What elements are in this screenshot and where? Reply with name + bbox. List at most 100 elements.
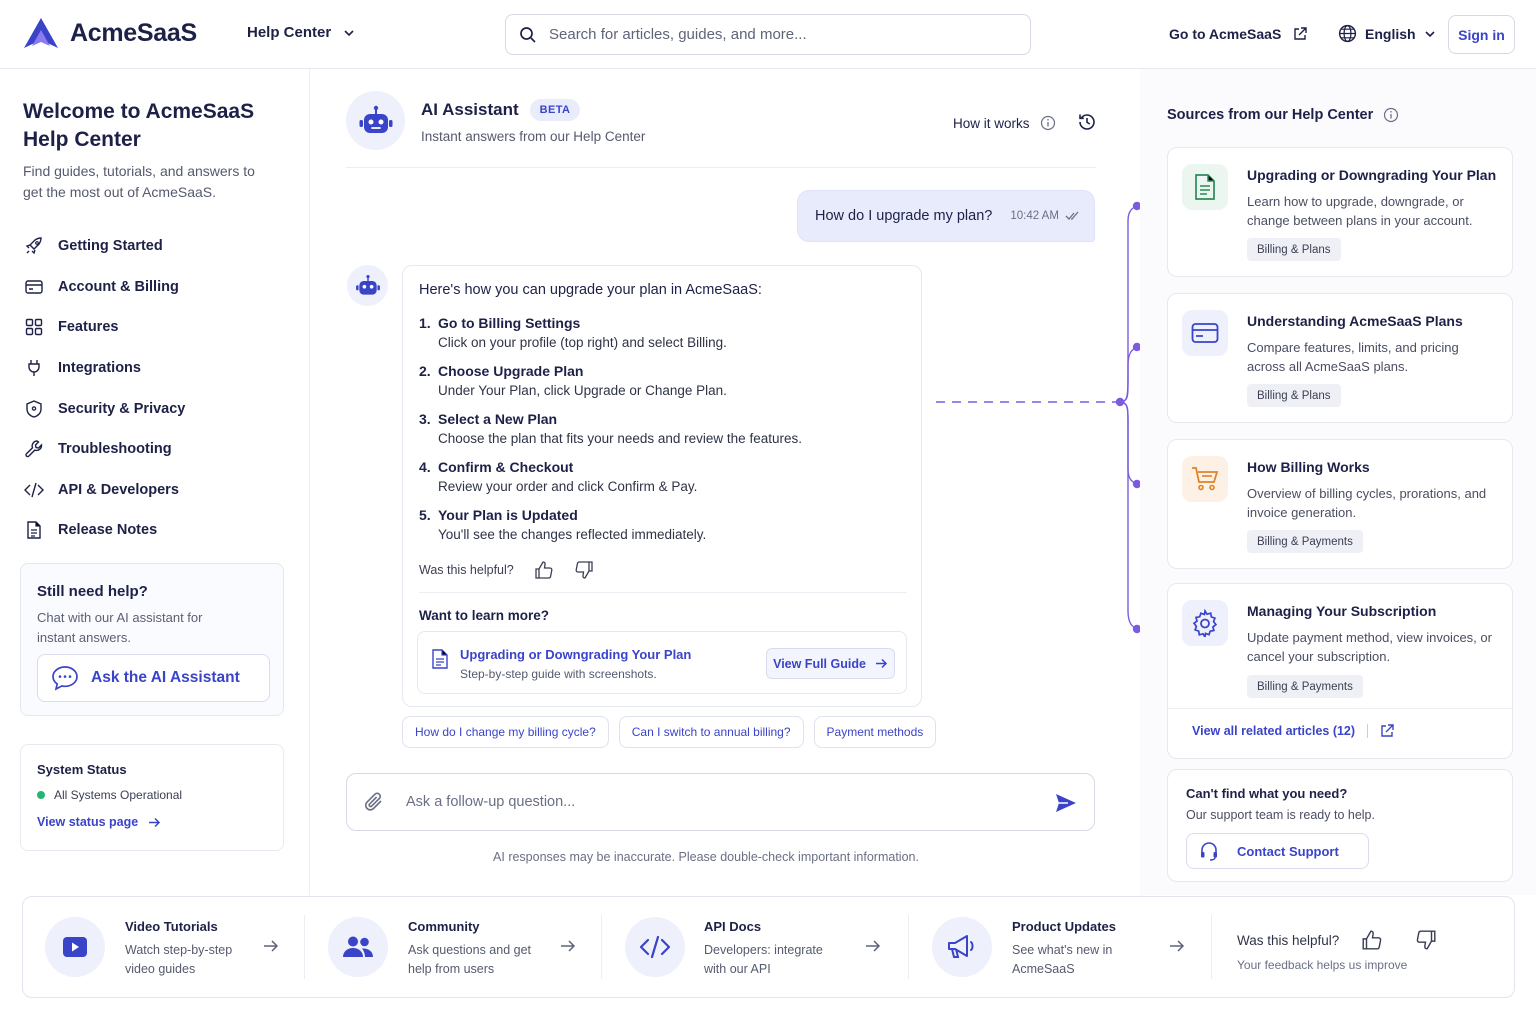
source-title: Managing Your Subscription bbox=[1247, 603, 1437, 619]
suggestion-chip[interactable]: Payment methods bbox=[813, 716, 937, 748]
document-icon bbox=[24, 520, 44, 540]
megaphone-icon bbox=[932, 917, 992, 977]
thumbs-down-icon[interactable] bbox=[1415, 929, 1437, 951]
sidebar-item-account-billing[interactable]: Account & Billing bbox=[24, 267, 294, 308]
step-title: Go to Billing Settings bbox=[438, 315, 581, 331]
help-center-dropdown[interactable]: Help Center bbox=[247, 24, 355, 41]
source-card[interactable]: How Billing Works Overview of billing cy… bbox=[1167, 439, 1513, 569]
answer-intro: Here's how you can upgrade your plan in … bbox=[419, 282, 762, 298]
card-icon bbox=[1182, 310, 1228, 356]
source-description: Overview of billing cycles, prorations, … bbox=[1247, 486, 1487, 520]
status-dot-icon bbox=[37, 791, 45, 799]
guide-title[interactable]: Upgrading or Downgrading Your Plan bbox=[460, 647, 691, 662]
step-description: Click on your profile (top right) and se… bbox=[438, 335, 727, 350]
sidebar-divider bbox=[309, 69, 310, 895]
send-icon[interactable] bbox=[1055, 793, 1077, 813]
footer-feedback: Was this helpful? bbox=[1237, 929, 1437, 951]
step-description: You'll see the changes reflected immedia… bbox=[438, 527, 707, 542]
thumbs-down-icon[interactable] bbox=[574, 560, 594, 580]
sidebar-item-features[interactable]: Features bbox=[24, 307, 294, 348]
paperclip-icon[interactable] bbox=[363, 791, 385, 813]
sidebar-item-label: API & Developers bbox=[58, 481, 179, 498]
thumbs-up-icon[interactable] bbox=[534, 560, 554, 580]
info-icon[interactable] bbox=[1383, 107, 1399, 123]
external-link-icon bbox=[1294, 27, 1307, 40]
assistant-answer-card: Here's how you can upgrade your plan in … bbox=[402, 265, 922, 707]
goto-label: Go to AcmeSaaS bbox=[1169, 26, 1282, 42]
search-input[interactable] bbox=[549, 26, 1009, 43]
sidebar-item-label: Troubleshooting bbox=[58, 441, 172, 458]
how-it-works-link[interactable]: How it works bbox=[953, 115, 1056, 131]
document-icon bbox=[1182, 164, 1228, 210]
sidebar-item-getting-started[interactable]: Getting Started bbox=[24, 226, 294, 267]
cant-find-card: Can't find what you need? Our support te… bbox=[1167, 769, 1513, 882]
view-full-guide-button[interactable]: View Full Guide bbox=[766, 648, 895, 679]
arrow-right-icon bbox=[1170, 940, 1185, 952]
step-description: Review your order and click Confirm & Pa… bbox=[438, 479, 698, 494]
info-icon bbox=[1040, 115, 1055, 131]
source-connector-lines bbox=[936, 201, 1140, 634]
step-number: 2. bbox=[419, 363, 431, 379]
sidebar-item-api-developers[interactable]: API & Developers bbox=[24, 470, 294, 511]
sidebar-item-troubleshooting[interactable]: Troubleshooting bbox=[24, 429, 294, 470]
still-help-title: Still need help? bbox=[37, 583, 148, 600]
chevron-down-icon bbox=[1424, 30, 1435, 37]
step-number: 4. bbox=[419, 459, 431, 475]
gear-icon bbox=[1182, 600, 1228, 646]
language-label: English bbox=[1365, 25, 1416, 42]
guide-subtitle: Step-by-step guide with screenshots. bbox=[460, 667, 657, 681]
arrow-right-icon bbox=[264, 940, 279, 952]
chevron-down-icon bbox=[344, 29, 354, 36]
code-icon bbox=[625, 917, 685, 977]
answer-step: 4. Confirm & Checkout Review your order … bbox=[419, 459, 909, 507]
assistant-subtitle: Instant answers from our Help Center bbox=[421, 129, 646, 144]
answer-steps: 1. Go to Billing Settings Click on your … bbox=[419, 315, 909, 555]
contact-support-button[interactable]: Contact Support bbox=[1186, 833, 1369, 869]
logo[interactable]: AcmeSaaS bbox=[22, 16, 197, 50]
followup-input[interactable] bbox=[406, 794, 1006, 810]
status-text: All Systems Operational bbox=[54, 788, 183, 802]
headset-icon bbox=[1201, 842, 1217, 861]
source-card[interactable]: Understanding AcmeSaaS Plans Compare fea… bbox=[1167, 293, 1513, 423]
sidebar-item-label: Integrations bbox=[58, 360, 141, 377]
followup-input-bar bbox=[346, 773, 1095, 831]
divider bbox=[1367, 724, 1369, 738]
sidebar-item-release-notes[interactable]: Release Notes bbox=[24, 510, 294, 551]
system-status-card: System Status All Systems Operational Vi… bbox=[20, 744, 284, 851]
search-icon bbox=[520, 26, 536, 43]
step-number: 5. bbox=[419, 507, 431, 523]
footer-item-title: Product Updates bbox=[1012, 919, 1117, 934]
related-label: View all related articles (12) bbox=[1192, 724, 1356, 738]
answer-step: 2. Choose Upgrade Plan Under Your Plan, … bbox=[419, 363, 909, 411]
footer-item-api-docs[interactable]: API Docs Developers: integrate with our … bbox=[602, 897, 908, 997]
footer-item-product-updates[interactable]: Product Updates See what's new in AcmeSa… bbox=[909, 897, 1211, 997]
view-guide-label: View Full Guide bbox=[773, 656, 866, 671]
sidebar-item-security-privacy[interactable]: Security & Privacy bbox=[24, 388, 294, 429]
sources-title: Sources from our Help Center bbox=[1167, 107, 1399, 123]
goto-acmesaas-link[interactable]: Go to AcmeSaaS bbox=[1169, 26, 1307, 42]
step-number: 1. bbox=[419, 315, 431, 331]
footer-resources: Video Tutorials Watch step-by-step video… bbox=[22, 896, 1515, 998]
footer-item-desc: Ask questions and get help from users bbox=[408, 943, 531, 976]
suggestion-chip[interactable]: How do I change my billing cycle? bbox=[402, 716, 609, 748]
ask-ai-assistant-button[interactable]: Ask the AI Assistant bbox=[37, 654, 270, 702]
sidebar-item-integrations[interactable]: Integrations bbox=[24, 348, 294, 389]
view-status-link[interactable]: View status page bbox=[37, 815, 161, 829]
related-guide-card[interactable]: Upgrading or Downgrading Your Plan Step-… bbox=[417, 631, 907, 694]
suggestion-chip[interactable]: Can I switch to annual billing? bbox=[618, 716, 804, 748]
search-bar[interactable] bbox=[505, 14, 1031, 55]
top-header: AcmeSaaS Help Center Go to AcmeSaaS Engl… bbox=[0, 0, 1536, 69]
help-center-label: Help Center bbox=[247, 24, 332, 41]
signin-button[interactable]: Sign in bbox=[1448, 15, 1515, 54]
thumbs-up-icon[interactable] bbox=[1361, 929, 1383, 951]
source-card[interactable]: Upgrading or Downgrading Your Plan Learn… bbox=[1167, 147, 1513, 277]
footer-item-community[interactable]: Community Ask questions and get help fro… bbox=[305, 897, 601, 997]
history-button[interactable] bbox=[1076, 111, 1098, 133]
wrench-icon bbox=[24, 439, 44, 459]
document-icon bbox=[432, 649, 448, 669]
view-all-related-link[interactable]: View all related articles (12) bbox=[1192, 724, 1394, 738]
language-selector[interactable]: English bbox=[1338, 24, 1436, 43]
status-indicator: All Systems Operational bbox=[37, 788, 182, 802]
footer-item-video-tutorials[interactable]: Video Tutorials Watch step-by-step video… bbox=[23, 897, 303, 997]
sidebar-title: Welcome to AcmeSaaS Help Center bbox=[23, 100, 255, 151]
